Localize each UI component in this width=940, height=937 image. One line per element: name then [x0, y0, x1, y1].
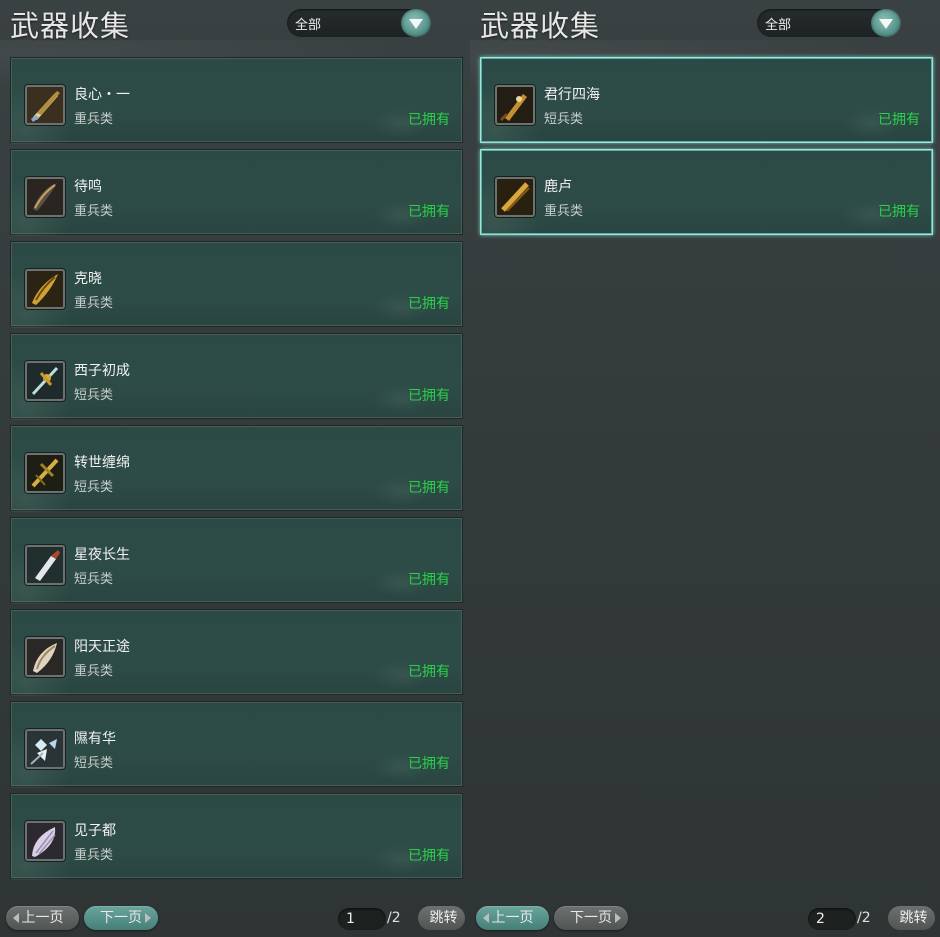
weapon-card[interactable]: 见子都 重兵类 已拥有 [10, 793, 463, 880]
weapon-card[interactable]: 良心・一 重兵类 已拥有 [10, 57, 463, 144]
prev-page-label: 上一页 [491, 910, 534, 926]
next-page-button[interactable]: 下一页 [554, 906, 628, 930]
owned-status: 已拥有 [408, 664, 450, 680]
owned-status: 已拥有 [878, 204, 920, 220]
next-page-label: 下一页 [570, 910, 612, 926]
chevron-left-icon [483, 913, 489, 923]
weapon-icon [25, 453, 65, 493]
weapon-name: 克晓 [74, 271, 102, 287]
weapon-type: 重兵类 [74, 664, 114, 679]
collection-panel-page-2: 武器收集 全部 君行四海 短兵类 已拥有 鹿卢 重兵类 已拥有 上一页 下一页 … [470, 0, 940, 937]
weapon-icon [25, 637, 65, 677]
weapon-type: 短兵类 [74, 388, 114, 403]
owned-status: 已拥有 [408, 480, 450, 496]
weapon-card[interactable]: 转世缠绵 短兵类 已拥有 [10, 425, 463, 512]
owned-status: 已拥有 [408, 572, 450, 588]
weapon-icon [25, 729, 65, 769]
weapon-list: 良心・一 重兵类 已拥有 待鸣 重兵类 已拥有 克晓 重兵类 已拥有 西子初成 … [10, 57, 463, 885]
weapon-name: 君行四海 [544, 87, 600, 103]
category-filter-dropdown[interactable]: 全部 [287, 9, 431, 37]
weapon-name: 鹿卢 [544, 179, 572, 195]
filter-selected-value: 全部 [765, 18, 792, 33]
weapon-type: 重兵类 [74, 112, 114, 127]
weapon-name: 转世缠绵 [74, 455, 130, 471]
weapon-icon [495, 177, 535, 217]
owned-status: 已拥有 [878, 112, 920, 128]
weapon-name: 见子都 [74, 823, 116, 839]
weapon-card[interactable]: 克晓 重兵类 已拥有 [10, 241, 463, 328]
weapon-icon [495, 85, 535, 125]
weapon-icon [25, 85, 65, 125]
weapon-icon [25, 269, 65, 309]
chevron-down-icon[interactable] [871, 9, 901, 37]
prev-page-button[interactable]: 上一页 [476, 906, 549, 930]
category-filter-dropdown[interactable]: 全部 [757, 9, 901, 37]
chevron-left-icon [13, 913, 19, 923]
chevron-right-icon [615, 913, 621, 923]
weapon-list: 君行四海 短兵类 已拥有 鹿卢 重兵类 已拥有 [480, 57, 933, 241]
weapon-name: 阳天正途 [74, 639, 130, 655]
weapon-type: 重兵类 [74, 848, 114, 863]
page-title: 武器收集 [10, 9, 131, 43]
prev-page-button[interactable]: 上一页 [6, 906, 79, 930]
page-total: /2 [387, 910, 401, 926]
collection-panel-page-1: 武器收集 全部 良心・一 重兵类 已拥有 待鸣 重兵类 已拥有 克晓 重兵类 已… [0, 0, 470, 937]
weapon-icon [25, 821, 65, 861]
weapon-card[interactable]: 星夜长生 短兵类 已拥有 [10, 517, 463, 604]
next-page-button[interactable]: 下一页 [84, 906, 158, 930]
jump-button[interactable]: 跳转 [418, 906, 465, 930]
weapon-card[interactable]: 西子初成 短兵类 已拥有 [10, 333, 463, 420]
prev-page-label: 上一页 [21, 910, 64, 926]
owned-status: 已拥有 [408, 848, 450, 864]
weapon-type: 重兵类 [74, 296, 114, 311]
weapon-card[interactable]: 待鸣 重兵类 已拥有 [10, 149, 463, 236]
chevron-down-icon[interactable] [401, 9, 431, 37]
page-total: /2 [857, 910, 871, 926]
page-title: 武器收集 [480, 9, 601, 43]
owned-status: 已拥有 [408, 204, 450, 220]
weapon-type: 重兵类 [544, 204, 584, 219]
filter-selected-value: 全部 [295, 18, 322, 33]
weapon-icon [25, 361, 65, 401]
weapon-icon [25, 177, 65, 217]
weapon-name: 西子初成 [74, 363, 130, 379]
weapon-name: 待鸣 [74, 179, 102, 195]
weapon-card[interactable]: 鹿卢 重兵类 已拥有 [480, 149, 933, 236]
weapon-type: 短兵类 [74, 480, 114, 495]
chevron-right-icon [145, 913, 151, 923]
weapon-type: 短兵类 [74, 756, 114, 771]
weapon-card[interactable]: 阳天正途 重兵类 已拥有 [10, 609, 463, 696]
weapon-card[interactable]: 君行四海 短兵类 已拥有 [480, 57, 933, 144]
weapon-type: 短兵类 [544, 112, 584, 127]
jump-button[interactable]: 跳转 [888, 906, 935, 930]
owned-status: 已拥有 [408, 112, 450, 128]
owned-status: 已拥有 [408, 388, 450, 404]
page-number-input[interactable]: 1 [338, 908, 386, 930]
page-number-input[interactable]: 2 [808, 908, 856, 930]
owned-status: 已拥有 [408, 756, 450, 772]
weapon-name: 星夜长生 [74, 547, 130, 563]
weapon-type: 重兵类 [74, 204, 114, 219]
next-page-label: 下一页 [100, 910, 142, 926]
weapon-icon [25, 545, 65, 585]
weapon-type: 短兵类 [74, 572, 114, 587]
owned-status: 已拥有 [408, 296, 450, 312]
weapon-name: 隰有华 [74, 731, 116, 747]
weapon-name: 良心・一 [74, 87, 130, 103]
weapon-card[interactable]: 隰有华 短兵类 已拥有 [10, 701, 463, 788]
